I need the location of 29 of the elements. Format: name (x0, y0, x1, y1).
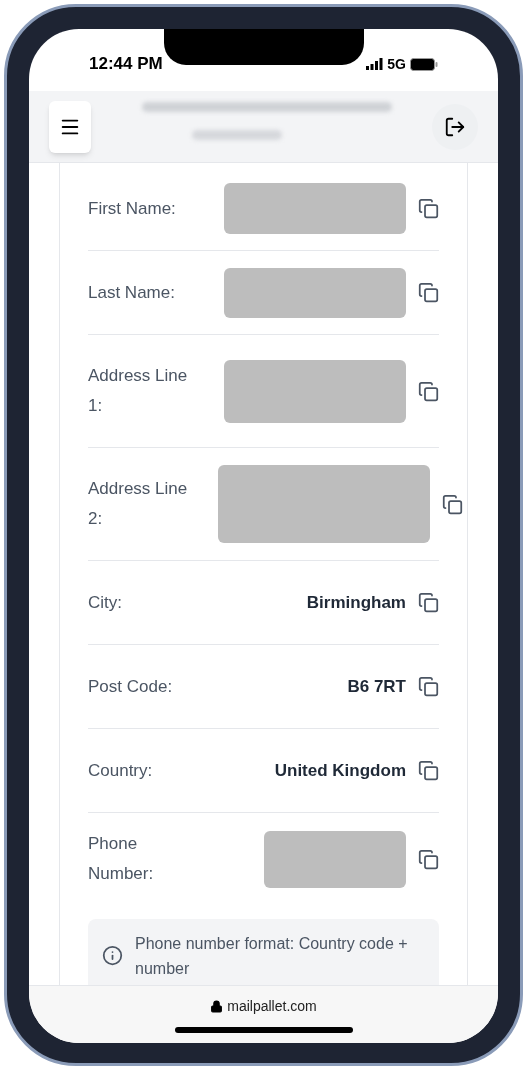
field-value: B6 7RT (347, 675, 406, 698)
status-time: 12:44 PM (89, 53, 163, 76)
field-label: First Name: (88, 197, 177, 220)
copy-icon[interactable] (418, 198, 439, 219)
copy-icon[interactable] (418, 380, 439, 402)
menu-button[interactable] (49, 100, 91, 153)
copy-icon[interactable] (418, 676, 439, 697)
copy-icon[interactable] (442, 493, 463, 515)
url-text[interactable]: mailpallet.com (227, 996, 317, 1017)
info-text: Phone number format: Country code + number (135, 934, 409, 979)
field-value: United Kingdom (274, 759, 406, 782)
logout-icon (444, 115, 466, 138)
field-value: Birmingham (306, 591, 406, 614)
field-label: Address Line 2: (88, 478, 189, 530)
field-label: Last Name: (88, 281, 176, 304)
signal-icon (366, 58, 384, 70)
copy-icon[interactable] (418, 592, 439, 613)
copy-icon[interactable] (418, 848, 439, 870)
copy-icon[interactable] (418, 282, 439, 303)
field-label: City: (88, 591, 123, 614)
field-label: Address Line 1: (88, 365, 189, 417)
copy-icon[interactable] (418, 760, 439, 781)
battery-icon (410, 57, 438, 71)
field-label: Phone Number: (88, 833, 155, 885)
field-label: Post Code: (88, 675, 174, 698)
lock-icon (210, 1000, 224, 1013)
field-label: Country: (88, 759, 154, 782)
info-icon (102, 945, 123, 966)
network-label: 5G (387, 54, 406, 74)
